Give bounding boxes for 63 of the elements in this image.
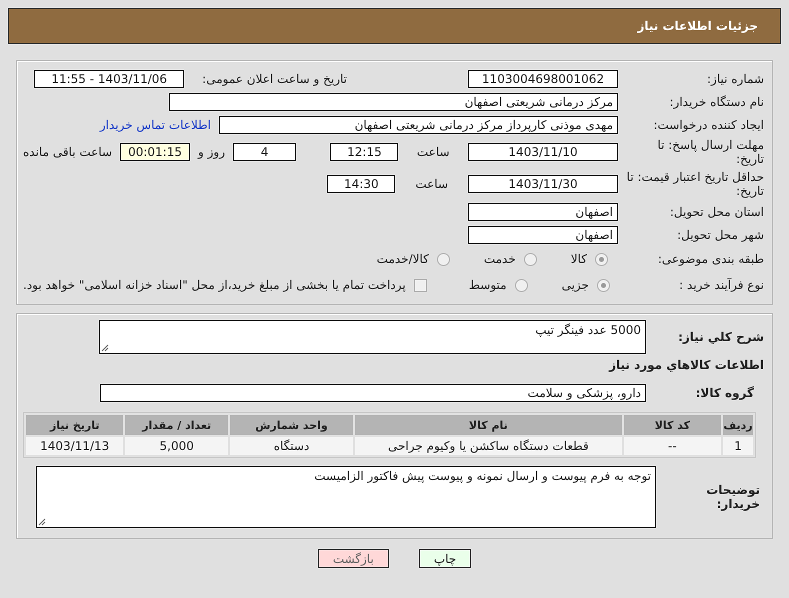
resize-grip-icon [38,518,46,526]
field-label: ساعت باقی مانده [23,145,112,159]
column-header: تعداد / مقدار [125,415,228,435]
date-field: 1403/11/10 [468,143,618,161]
need-number-field: 1103004698001062 [468,70,618,88]
time-field: 14:30 [327,175,396,193]
column-header: کد کالا [624,415,722,435]
field-label: حداقل تاریخ اعتبار قیمت: تا تاریخ: [626,170,764,198]
buyer-notes-textarea[interactable]: توجه به فرم پیوست و ارسال نمونه و پیوست پیش فاکتور الزامیست [36,466,656,528]
column-header: نام کالا [355,415,622,435]
radio-label: كالا [570,252,587,266]
table-cell: 5,000 [125,437,228,455]
field-label: ساعت [415,177,448,191]
print-button[interactable]: چاپ [418,549,472,568]
goods-group-field: دارو، پزشکی و سلامت [100,384,646,402]
page-title: جزئیات اطلاعات نیاز [637,19,758,33]
field-label: نوع فرآیند خرید : [678,278,764,292]
section-title: اطلاعات کالاهاي مورد نياز [608,357,764,374]
table-cell: -- [624,437,722,455]
field-label: شرح کلي نياز: [677,329,764,344]
field-label: ایجاد کننده درخواست: [652,118,764,132]
table-cell: 1403/11/13 [26,437,124,455]
radio-button[interactable] [524,252,537,266]
field-label: توضیحات خریدار: [705,483,761,511]
column-header: واحد شمارش [230,415,354,435]
date-field: 1403/11/30 [468,175,618,193]
radio-button[interactable] [596,278,610,292]
radio-button[interactable] [595,252,608,266]
column-header: ردیف [723,415,753,435]
remaining-time-field: 00:01:15 [120,143,190,161]
days-field: 4 [233,143,296,161]
field-label: طبقه بندی موضوعی: [656,252,764,266]
announce-date-field: 1403/11/06 - 11:55 [34,70,184,88]
field-label: ساعت [416,145,450,159]
radio-label: جزیی [562,278,589,292]
back-button[interactable]: بازگشت [318,549,389,568]
radio-label: متوسط [468,278,507,292]
table-cell: 1 [723,437,753,455]
contact-link[interactable]: اطلاعات تماس خریدار [100,118,211,132]
radio-label: خدمت [484,252,516,266]
field-label: شماره نیاز: [706,72,764,86]
checkbox-label: پرداخت تمام یا بخشی از مبلغ خرید،از محل "اسناد خزانه اسلامی" خواهد بود. [23,278,406,292]
radio-button[interactable] [514,278,528,292]
field-label: مهلت ارسال پاسخ: تا تاریخ: [656,138,764,166]
table-cell: دستگاه [230,437,354,455]
city-field: اصفهان [468,226,618,244]
table-cell: قطعات دستگاه ساکشن یا وکیوم جراحی [355,437,622,455]
field-label: روز و [198,145,226,159]
buyer-org-field: مرکز درمانی شریعتی اصفهان [169,92,618,110]
description-textarea[interactable]: 5000 عدد فینگر تیپ [99,320,646,354]
checkbox[interactable] [414,278,427,292]
field-label: استان محل تحویل: [668,204,764,218]
radio-label: كالا/خدمت [376,252,429,266]
time-field: 12:15 [330,143,398,161]
province-field: اصفهان [468,202,618,220]
field-label: تاریخ و ساعت اعلان عمومی: [202,72,347,86]
field-label: گروه کالا: [694,386,755,400]
radio-button[interactable] [436,252,450,266]
resize-grip-icon [101,344,109,352]
requester-field: مهدی موذنی کارپرداز مرکز درمانی شریعتی اصفهان [219,116,618,134]
column-header: تاریخ نیاز [26,415,124,435]
field-label: شهر محل تحویل: [676,228,764,242]
field-label: نام دستگاه خریدار: [668,94,764,108]
